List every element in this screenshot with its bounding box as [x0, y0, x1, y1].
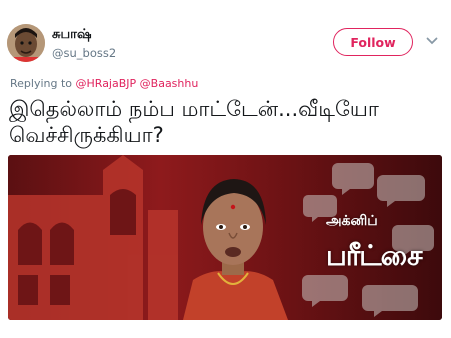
mention-link[interactable]: @HRajaBJP: [76, 77, 137, 90]
video-overlay-subtitle: பரீட்சை: [326, 239, 423, 272]
display-name[interactable]: சுபாஷ்: [52, 27, 92, 43]
tweet-text-line: வெச்சிருக்கியா?: [9, 123, 164, 147]
follow-button[interactable]: Follow: [333, 28, 413, 56]
tweet-header: சுபாஷ் @su_boss2 Follow: [0, 0, 451, 70]
tweet-media-image[interactable]: அக்னிப் பரீட்சை: [8, 155, 442, 320]
chevron-down-icon[interactable]: [426, 36, 438, 46]
video-overlay-title: அக்னிப்: [326, 213, 378, 229]
tweet-text: இதெல்லாம் நம்ப மாட்டேன்...வீடியோ வெச்சிர…: [9, 96, 441, 148]
video-still-image: [8, 155, 442, 320]
mention-link[interactable]: @Baashhu: [140, 77, 199, 90]
reply-prefix: Replying to: [10, 77, 76, 90]
user-handle[interactable]: @su_boss2: [52, 46, 116, 60]
avatar[interactable]: [7, 24, 45, 62]
tweet-text-line: இதெல்லாம் நம்ப மாட்டேன்...வீடியோ: [9, 97, 379, 121]
reply-context: Replying to @HRajaBJP @Baashhu: [10, 77, 198, 90]
